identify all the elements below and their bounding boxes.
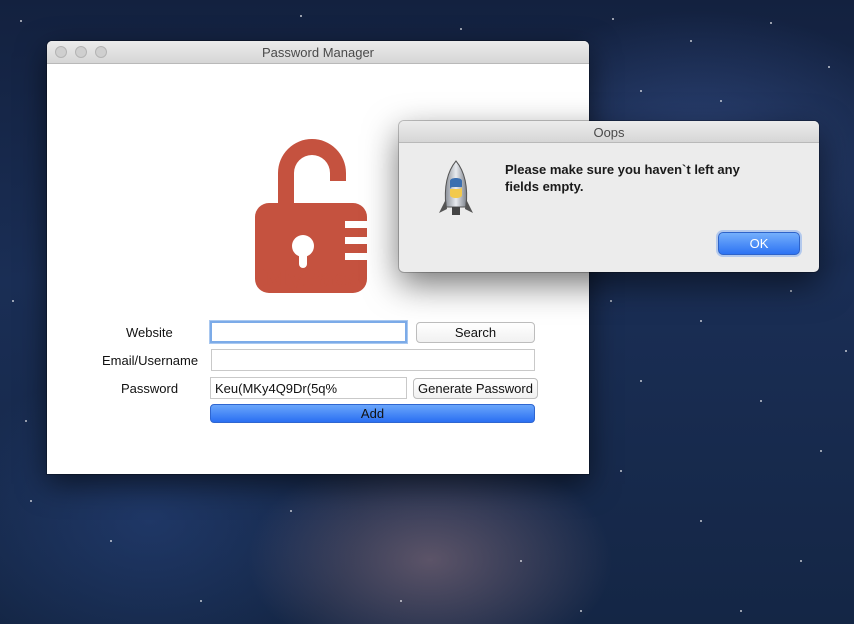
generate-password-button[interactable]: Generate Password: [413, 378, 538, 399]
oops-alert-dialog: Oops Please make sure you haven`t left a…: [399, 121, 819, 272]
dialog-message: Please make sure you haven`t left any fi…: [505, 162, 740, 194]
password-input[interactable]: [210, 377, 407, 399]
dialog-title: Oops: [593, 125, 625, 140]
password-label: Password: [121, 381, 179, 396]
ok-button[interactable]: OK: [718, 232, 800, 255]
window-title: Password Manager: [262, 45, 374, 60]
email-username-input[interactable]: [211, 349, 535, 371]
logo-wordmark: MyPass: [262, 265, 362, 292]
window-titlebar[interactable]: Password Manager: [47, 41, 589, 64]
dialog-titlebar[interactable]: Oops: [399, 121, 819, 143]
python-rocket-icon: [439, 160, 473, 215]
add-button[interactable]: Add: [210, 404, 535, 423]
search-button[interactable]: Search: [416, 322, 535, 343]
email-username-label: Email/Username: [102, 353, 199, 368]
website-input[interactable]: [210, 321, 407, 343]
website-label: Website: [126, 325, 173, 340]
